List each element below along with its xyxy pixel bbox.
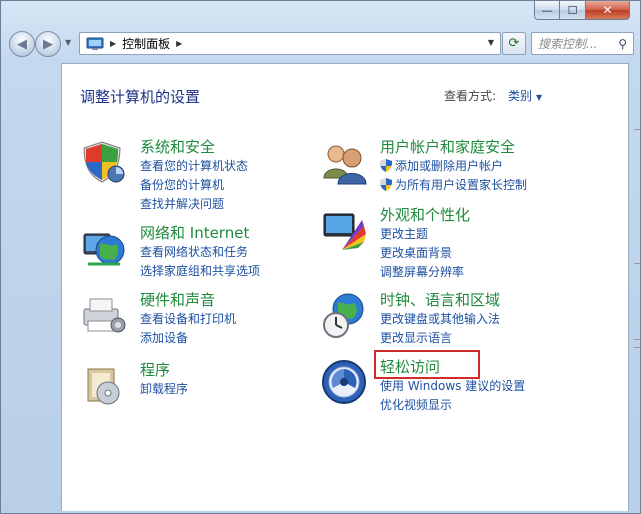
link-text: 为所有用户设置家长控制 xyxy=(395,178,528,192)
category-title[interactable]: 外观和个性化 xyxy=(380,204,470,225)
link-change-display-language[interactable]: 更改显示语言 xyxy=(380,329,452,346)
category-user-accounts: 用户帐户和家庭安全 添加或删除用户帐户 为所有用户设置家长控制 xyxy=(320,136,570,193)
link-change-theme[interactable]: 更改主题 xyxy=(380,225,428,242)
link-devices-printers[interactable]: 查看设备和打印机 xyxy=(140,310,236,327)
programs-icon[interactable] xyxy=(80,361,128,409)
link-view-computer-status[interactable]: 查看您的计算机状态 xyxy=(140,157,248,174)
edge-tick xyxy=(634,347,640,348)
view-by-label: 查看方式: xyxy=(444,89,497,103)
link-windows-recommended-settings[interactable]: 使用 Windows 建议的设置 xyxy=(380,377,525,394)
link-change-background[interactable]: 更改桌面背景 xyxy=(380,244,452,261)
arrow-right-icon: ▶ xyxy=(43,36,53,52)
link-homegroup-sharing[interactable]: 选择家庭组和共享选项 xyxy=(140,262,260,279)
uac-shield-icon xyxy=(380,178,392,191)
breadcrumb-separator-icon[interactable]: ▶ xyxy=(176,39,182,48)
link-uninstall-program[interactable]: 卸载程序 xyxy=(140,380,188,397)
appearance-icon[interactable] xyxy=(320,206,368,254)
highlight-annotation-box xyxy=(374,350,480,379)
breadcrumb-separator-icon[interactable]: ▶ xyxy=(110,39,116,48)
search-input[interactable]: 搜索控制... ⚲ xyxy=(531,32,634,55)
ease-of-access-icon[interactable] xyxy=(320,358,368,406)
edge-tick xyxy=(634,263,640,264)
close-button[interactable]: ✕ xyxy=(586,1,630,20)
chevron-down-icon: ▼ xyxy=(536,93,543,102)
category-network-internet: 网络和 Internet 查看网络状态和任务 选择家庭组和共享选项 xyxy=(80,222,320,279)
category-title[interactable]: 网络和 Internet xyxy=(140,222,249,243)
link-add-device[interactable]: 添加设备 xyxy=(140,329,188,346)
view-by-dropdown[interactable]: 类别 ▼ xyxy=(508,87,542,104)
refresh-button[interactable]: ⟳ xyxy=(502,32,526,55)
category-title[interactable]: 系统和安全 xyxy=(140,136,215,157)
link-backup-computer[interactable]: 备份您的计算机 xyxy=(140,176,224,193)
link-change-keyboard[interactable]: 更改键盘或其他输入法 xyxy=(380,310,500,327)
search-placeholder: 搜索控制... xyxy=(538,37,598,51)
category-hardware-sound: 硬件和声音 查看设备和打印机 添加设备 xyxy=(80,289,320,346)
hardware-sound-icon[interactable] xyxy=(80,291,128,339)
link-add-remove-accounts[interactable]: 添加或删除用户帐户 xyxy=(380,157,503,174)
edge-tick xyxy=(634,339,640,340)
minimize-button[interactable]: — xyxy=(534,1,560,20)
user-accounts-icon[interactable] xyxy=(320,138,368,186)
category-ease-of-access: 轻松访问 使用 Windows 建议的设置 优化视频显示 xyxy=(320,350,570,413)
link-troubleshoot[interactable]: 查找并解决问题 xyxy=(140,195,224,212)
view-by-value: 类别 xyxy=(508,89,533,103)
link-network-status[interactable]: 查看网络状态和任务 xyxy=(140,243,248,260)
caption-buttons: — ☐ ✕ xyxy=(534,1,630,21)
search-icon[interactable]: ⚲ xyxy=(618,37,627,51)
uac-shield-icon xyxy=(380,159,392,172)
clock-language-icon[interactable] xyxy=(320,291,368,339)
content-pane: 调整计算机的设置 查看方式: 类别 ▼ 系统和安全 查看您的计算机状态 备份您的计… xyxy=(61,63,629,511)
recent-pages-dropdown[interactable]: ▼ xyxy=(65,38,71,47)
maximize-button[interactable]: ☐ xyxy=(560,1,586,20)
link-optimize-display[interactable]: 优化视频显示 xyxy=(380,396,452,413)
control-panel-icon xyxy=(86,37,104,50)
link-screen-resolution[interactable]: 调整屏幕分辨率 xyxy=(380,263,464,280)
category-title[interactable]: 用户帐户和家庭安全 xyxy=(380,136,515,157)
edge-tick xyxy=(634,129,640,130)
network-icon[interactable] xyxy=(80,224,128,272)
arrow-left-icon: ◀ xyxy=(17,36,27,52)
system-security-icon[interactable] xyxy=(80,138,128,186)
category-programs: 程序 卸载程序 xyxy=(80,359,320,405)
link-parental-controls[interactable]: 为所有用户设置家长控制 xyxy=(380,176,527,193)
category-appearance: 外观和个性化 更改主题 更改桌面背景 调整屏幕分辨率 xyxy=(320,204,570,279)
page-title: 调整计算机的设置 xyxy=(80,88,201,106)
category-title[interactable]: 时钟、语言和区域 xyxy=(380,289,500,310)
category-system-security: 系统和安全 查看您的计算机状态 备份您的计算机 查找并解决问题 xyxy=(80,136,320,211)
refresh-icon: ⟳ xyxy=(508,36,520,51)
back-button[interactable]: ◀ xyxy=(9,31,35,57)
navigation-bar: ◀ ▶ ▼ ▶ 控制面板 ▶ ▼ ⟳ 搜索控制... ⚲ xyxy=(7,29,634,61)
category-clock-language: 时钟、语言和区域 更改键盘或其他输入法 更改显示语言 xyxy=(320,289,570,346)
category-title[interactable]: 程序 xyxy=(140,359,170,380)
control-panel-window: — ☐ ✕ ◀ ▶ ▼ ▶ 控制面板 ▶ ▼ ⟳ 搜索控制... ⚲ 调整计算机… xyxy=(0,0,641,514)
link-text: 添加或删除用户帐户 xyxy=(395,159,504,173)
breadcrumb-control-panel[interactable]: 控制面板 xyxy=(122,35,170,52)
address-dropdown-icon[interactable]: ▼ xyxy=(488,38,494,47)
category-title[interactable]: 硬件和声音 xyxy=(140,289,215,310)
forward-button[interactable]: ▶ xyxy=(35,31,61,57)
address-bar[interactable]: ▶ 控制面板 ▶ ▼ xyxy=(79,32,501,55)
